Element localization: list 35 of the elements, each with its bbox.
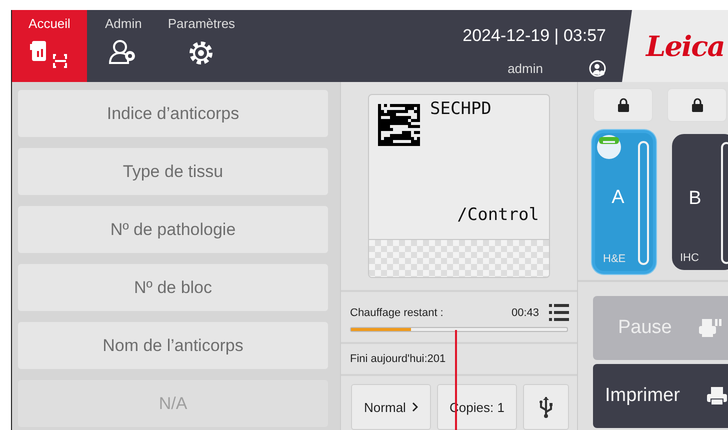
heating-label: Chauffage restant : (350, 306, 444, 318)
finished-count: Fini aujourd'hui:201 (350, 353, 446, 365)
lock-button[interactable] (667, 88, 727, 122)
mode-button[interactable]: Normal (351, 384, 431, 430)
input-field[interactable]: Nº de pathologie (18, 206, 328, 253)
input-field[interactable]: Nom de l’anticorps (18, 322, 328, 369)
cassette-tray[interactable]: B IHC (672, 134, 728, 270)
user-name: admin (508, 61, 543, 76)
cassette-tray[interactable]: A H&E (592, 130, 656, 274)
usb-button[interactable] (523, 384, 569, 430)
tray-letter: B (688, 188, 702, 210)
tray-type: H&E (603, 253, 626, 265)
input-field[interactable]: Type de tissu (18, 148, 328, 195)
nav-tab[interactable]: Paramètres (158, 10, 246, 82)
data-matrix-code (378, 104, 420, 146)
usb-icon (539, 396, 553, 418)
lock-button[interactable] (593, 88, 653, 122)
date-time: 2024-12-19 | 03:57 (462, 26, 606, 46)
nav-tab[interactable]: Admin (95, 10, 152, 82)
chevron-icon (412, 402, 418, 412)
label-text: /Control (457, 205, 539, 225)
printer-icon (706, 386, 728, 406)
heating-time: 00:43 (511, 306, 539, 318)
tray-type: IHC (680, 252, 699, 264)
menu-icon[interactable] (549, 304, 569, 321)
tray-letter: A (610, 187, 626, 209)
brand-logo: Leica (646, 30, 724, 62)
input-field[interactable]: Indice d’anticorps (18, 90, 328, 137)
user-settings-icon[interactable] (589, 60, 606, 77)
settings-icon (187, 39, 216, 67)
print-button[interactable]: Imprimer (593, 364, 728, 428)
label-text: SECHPD (430, 99, 492, 119)
printer-pause-icon (698, 318, 722, 338)
nav-tab[interactable]: Accueil (12, 10, 87, 82)
input-field[interactable]: Nº de bloc (18, 264, 328, 311)
